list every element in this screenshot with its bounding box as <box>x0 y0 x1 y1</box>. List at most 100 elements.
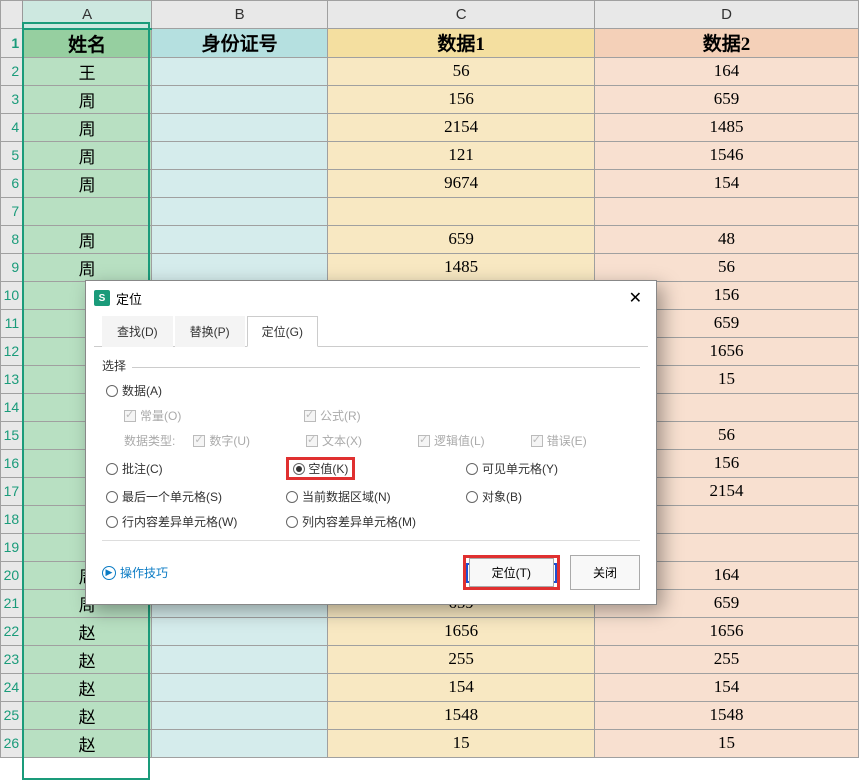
cell[interactable]: 姓名 <box>23 29 152 58</box>
cell[interactable] <box>152 197 328 225</box>
col-header-D[interactable]: D <box>595 1 859 29</box>
row-header[interactable]: 22 <box>1 617 23 645</box>
row-header[interactable]: 7 <box>1 197 23 225</box>
cell[interactable]: 154 <box>595 169 859 197</box>
opt-data[interactable]: 数据(A) <box>106 382 286 399</box>
row-header[interactable]: 6 <box>1 169 23 197</box>
col-header-B[interactable]: B <box>152 1 328 29</box>
cell[interactable]: 周 <box>23 169 152 197</box>
cell[interactable]: 周 <box>23 253 152 281</box>
cell[interactable]: 王 <box>23 57 152 85</box>
cell[interactable]: 周 <box>23 113 152 141</box>
cell[interactable]: 赵 <box>23 701 152 729</box>
row-header[interactable]: 1 <box>1 29 23 58</box>
cell[interactable]: 164 <box>595 57 859 85</box>
row-header[interactable]: 3 <box>1 85 23 113</box>
cell[interactable] <box>152 701 328 729</box>
cell[interactable] <box>595 197 859 225</box>
row-header[interactable]: 2 <box>1 57 23 85</box>
cell[interactable]: 身份证号 <box>152 29 328 58</box>
row-header[interactable]: 13 <box>1 365 23 393</box>
row-header[interactable]: 5 <box>1 141 23 169</box>
opt-last[interactable]: 最后一个单元格(S) <box>106 488 286 505</box>
tab-replace[interactable]: 替换(P) <box>175 316 245 347</box>
cell[interactable] <box>328 197 595 225</box>
cell[interactable] <box>152 617 328 645</box>
cell[interactable]: 121 <box>328 141 595 169</box>
row-header[interactable]: 24 <box>1 673 23 701</box>
tab-find[interactable]: 查找(D) <box>102 316 173 347</box>
row-header[interactable]: 21 <box>1 589 23 617</box>
cell[interactable]: 1548 <box>328 701 595 729</box>
opt-blank[interactable]: 空值(K) <box>286 457 466 480</box>
close-icon[interactable]: ✕ <box>623 286 648 310</box>
cell[interactable]: 1485 <box>595 113 859 141</box>
row-header[interactable]: 4 <box>1 113 23 141</box>
cell[interactable]: 数据1 <box>328 29 595 58</box>
cell[interactable]: 1656 <box>595 617 859 645</box>
cell[interactable]: 15 <box>328 729 595 757</box>
opt-object[interactable]: 对象(B) <box>466 488 646 505</box>
cell[interactable] <box>152 729 328 757</box>
ok-button[interactable]: 定位(T) <box>469 558 554 587</box>
cell[interactable]: 15 <box>595 729 859 757</box>
row-header[interactable]: 18 <box>1 505 23 533</box>
cell[interactable] <box>152 169 328 197</box>
opt-comment[interactable]: 批注(C) <box>106 457 286 480</box>
tip-link[interactable]: ▶操作技巧 <box>102 564 168 581</box>
cell[interactable]: 56 <box>328 57 595 85</box>
row-header[interactable]: 19 <box>1 533 23 561</box>
cell[interactable]: 659 <box>595 85 859 113</box>
row-header[interactable]: 16 <box>1 449 23 477</box>
cell[interactable] <box>152 253 328 281</box>
row-header[interactable]: 14 <box>1 393 23 421</box>
row-header[interactable]: 11 <box>1 309 23 337</box>
cell[interactable]: 1656 <box>328 617 595 645</box>
cell[interactable]: 赵 <box>23 645 152 673</box>
close-button[interactable]: 关闭 <box>570 555 640 590</box>
cell[interactable]: 赵 <box>23 729 152 757</box>
cell[interactable]: 1485 <box>328 253 595 281</box>
col-header-A[interactable]: A <box>23 1 152 29</box>
row-header[interactable]: 8 <box>1 225 23 253</box>
cell[interactable]: 1548 <box>595 701 859 729</box>
cell[interactable] <box>152 113 328 141</box>
cell[interactable]: 2154 <box>328 113 595 141</box>
cell[interactable]: 周 <box>23 225 152 253</box>
cell[interactable]: 48 <box>595 225 859 253</box>
cell[interactable]: 659 <box>328 225 595 253</box>
cell[interactable] <box>152 225 328 253</box>
cell[interactable]: 154 <box>595 673 859 701</box>
select-all-corner[interactable] <box>1 1 23 29</box>
cell[interactable] <box>152 645 328 673</box>
col-header-C[interactable]: C <box>328 1 595 29</box>
cell[interactable] <box>152 673 328 701</box>
cell[interactable]: 56 <box>595 253 859 281</box>
cell[interactable]: 赵 <box>23 617 152 645</box>
cell[interactable]: 1546 <box>595 141 859 169</box>
cell[interactable]: 周 <box>23 85 152 113</box>
cell[interactable]: 数据2 <box>595 29 859 58</box>
cell[interactable]: 周 <box>23 141 152 169</box>
row-header[interactable]: 23 <box>1 645 23 673</box>
cell[interactable]: 255 <box>595 645 859 673</box>
row-header[interactable]: 10 <box>1 281 23 309</box>
cell[interactable]: 9674 <box>328 169 595 197</box>
cell[interactable]: 156 <box>328 85 595 113</box>
cell[interactable] <box>23 197 152 225</box>
opt-visible[interactable]: 可见单元格(Y) <box>466 457 646 480</box>
cell[interactable] <box>152 141 328 169</box>
opt-rowdiff[interactable]: 行内容差异单元格(W) <box>106 513 286 530</box>
opt-region[interactable]: 当前数据区域(N) <box>286 488 466 505</box>
row-header[interactable]: 15 <box>1 421 23 449</box>
opt-coldiff[interactable]: 列内容差异单元格(M) <box>286 513 466 530</box>
tab-goto[interactable]: 定位(G) <box>247 316 318 347</box>
row-header[interactable]: 17 <box>1 477 23 505</box>
row-header[interactable]: 12 <box>1 337 23 365</box>
cell[interactable]: 赵 <box>23 673 152 701</box>
cell[interactable]: 255 <box>328 645 595 673</box>
cell[interactable]: 154 <box>328 673 595 701</box>
cell[interactable] <box>152 85 328 113</box>
row-header[interactable]: 25 <box>1 701 23 729</box>
cell[interactable] <box>152 57 328 85</box>
